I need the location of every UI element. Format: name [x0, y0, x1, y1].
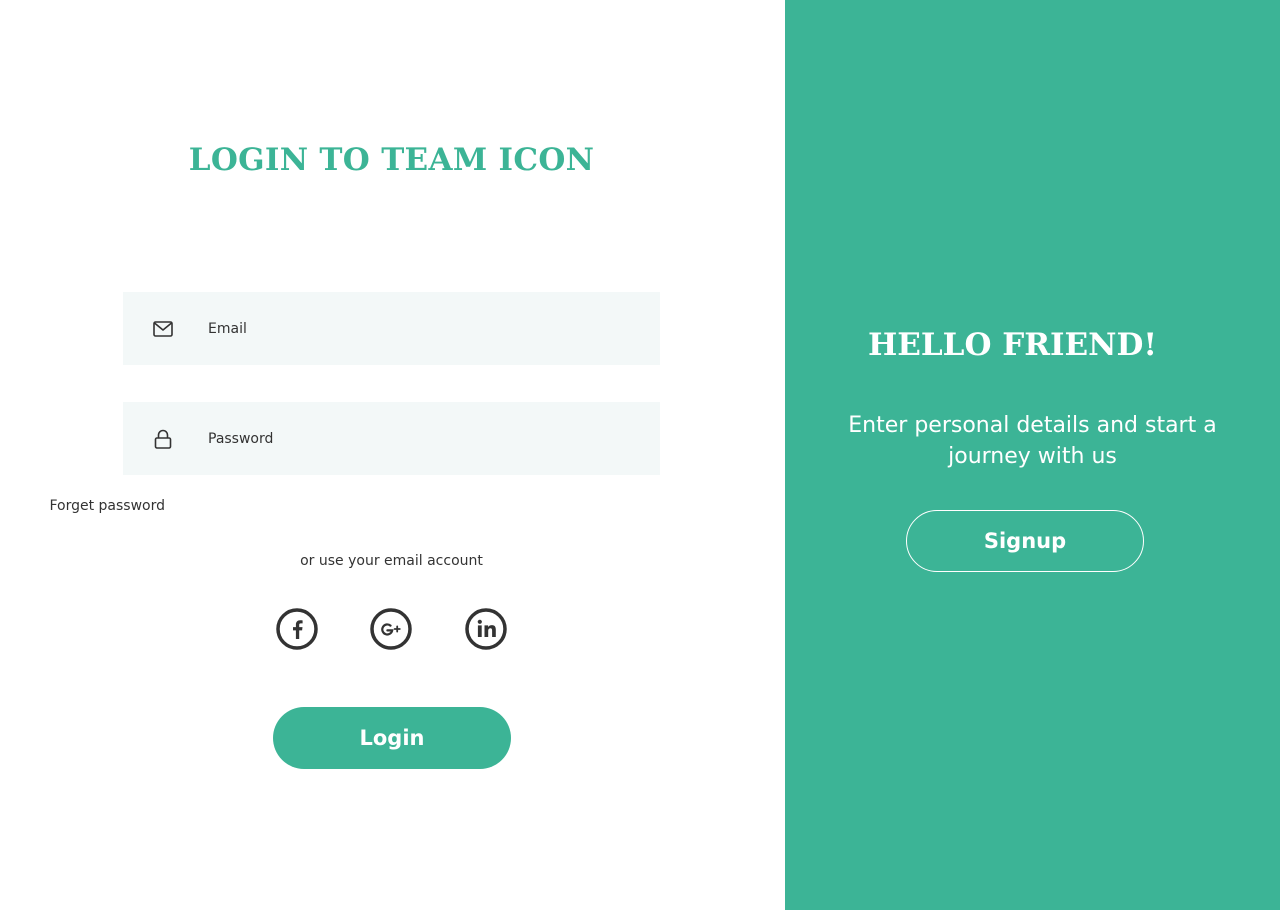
facebook-button[interactable]	[276, 608, 318, 650]
signup-button[interactable]: Signup	[906, 510, 1144, 572]
mail-icon	[152, 318, 174, 340]
page: LOGIN TO TEAM ICON Forget password or us…	[0, 0, 1280, 910]
login-title: LOGIN TO TEAM ICON	[188, 142, 595, 178]
hello-title: HELLO FRIEND!	[867, 327, 1158, 363]
alt-login-text: or use your email account	[300, 553, 483, 569]
google-plus-icon	[370, 608, 412, 650]
facebook-icon	[276, 608, 318, 650]
google-plus-button[interactable]	[370, 608, 412, 650]
linkedin-icon	[465, 608, 507, 650]
email-input[interactable]	[208, 292, 638, 365]
password-field-container	[123, 402, 660, 475]
welcome-subtitle: Enter personal details and start a journ…	[848, 413, 1217, 469]
password-input[interactable]	[208, 402, 638, 475]
login-panel: LOGIN TO TEAM ICON Forget password or us…	[0, 0, 785, 910]
lock-icon	[152, 428, 174, 450]
forget-password-link[interactable]: Forget password	[49, 498, 165, 514]
login-button[interactable]: Login	[273, 707, 511, 769]
welcome-panel: HELLO FRIEND! Enter personal details and…	[785, 0, 1280, 910]
linkedin-button[interactable]	[465, 608, 507, 650]
email-field-container	[123, 292, 660, 365]
